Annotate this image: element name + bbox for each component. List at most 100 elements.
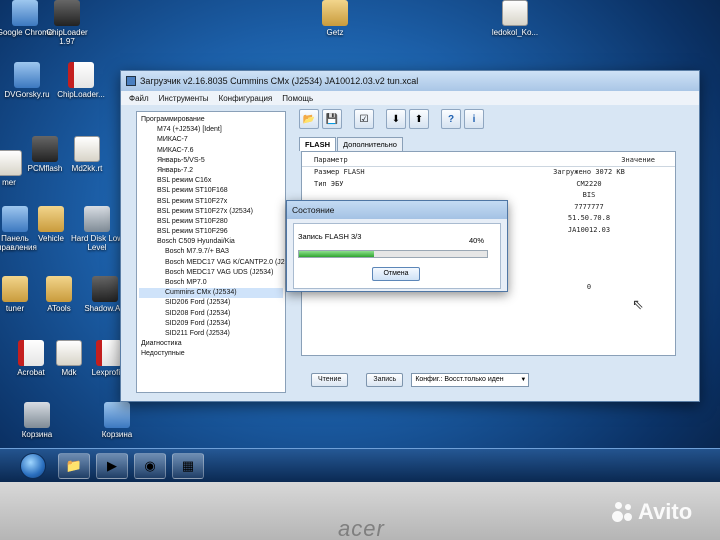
param-row: Тип ЭБУ CM2220 [302, 179, 675, 191]
param-value: BIS [582, 191, 596, 199]
progress-label: Запись FLASH 3/3 [298, 232, 362, 241]
desktop-icon-hdd-tool[interactable]: Hard Disk Low Level [68, 206, 126, 252]
write-button[interactable]: Запись [366, 373, 404, 387]
tree-item[interactable]: Bosch M7.9.7/+ ВАЗ [139, 247, 283, 257]
tree-item[interactable]: Январь-7.2 [139, 166, 283, 176]
desktop-icon-mer[interactable]: mer [0, 150, 38, 187]
chevron-down-icon: ▼ [520, 377, 527, 383]
tree-item[interactable]: BSL режим ST10F280 [139, 217, 283, 227]
tree-item[interactable]: Bosch MEDC17 VAG UDS (J2534) [139, 268, 283, 278]
save-icon: 💾 [325, 113, 339, 125]
read-chip-button[interactable]: ⬇ [386, 109, 406, 129]
tab-additional[interactable]: Дополнительно [337, 137, 403, 151]
param-value: 0 [586, 283, 592, 291]
document-icon [74, 136, 100, 162]
start-button[interactable] [20, 452, 46, 479]
tree-item[interactable]: BSL режим ST10F27x [139, 197, 283, 207]
desktop-icon-trash-1[interactable]: Корзина [8, 402, 66, 439]
param-value: 7777777 [574, 202, 604, 211]
cancel-button[interactable]: Отмена [372, 267, 420, 281]
help-button[interactable]: ? [441, 109, 461, 129]
help-icon: ? [447, 113, 455, 125]
info-button[interactable]: i [464, 109, 484, 129]
hard-disk-icon [84, 206, 110, 232]
tree-item[interactable]: SID209 Ford (J2534) [139, 319, 283, 329]
pdf-icon [96, 340, 122, 366]
tree-item[interactable]: SID211 Ford (J2534) [139, 329, 283, 339]
taskbar-media-player[interactable]: ▶ [96, 452, 128, 479]
tree-item[interactable]: BSL режим ST10F27x (J2534) [139, 207, 283, 217]
trash-icon [104, 402, 130, 428]
tree-item[interactable]: Bosch MEDC17 VAG K/CANTP2.0 (J25 [139, 258, 285, 268]
toolbar: 📂 💾 ☑ ⬇ ⬆ ? i [299, 109, 484, 131]
checklist-button[interactable]: ☑ [354, 109, 374, 129]
tree-item[interactable]: BSL режим ST10F168 [139, 186, 283, 196]
desktop-icon-getz[interactable]: Getz [306, 0, 364, 37]
progress-fill [299, 251, 375, 257]
desktop-icon-md2kk[interactable]: Md2kk.rt [58, 136, 116, 173]
menu-help[interactable]: Помощь [282, 94, 313, 103]
window-title: Загрузчик v2.16.8035 Cummins CMx (J2534)… [140, 76, 419, 86]
window-title-bar[interactable]: Загрузчик v2.16.8035 Cummins CMx (J2534)… [121, 71, 699, 91]
menu-tools[interactable]: Инструменты [159, 94, 209, 103]
tab-flash[interactable]: FLASH [299, 137, 336, 151]
brand-logo: acer [338, 516, 385, 540]
media-player-icon: ▶ [107, 457, 117, 473]
param-value [514, 259, 664, 271]
open-button[interactable]: 📂 [299, 109, 319, 129]
action-bar: Чтение Запись Конфиг.: Восст.только иден… [311, 373, 530, 387]
tree-item[interactable]: МИКАС-7 [139, 135, 283, 145]
menu-file[interactable]: Файл [129, 94, 149, 103]
taskbar-chrome[interactable]: ◉ [134, 452, 166, 479]
param-row: Размер FLASH Загружено 3072 KB [302, 167, 675, 179]
write-chip-button[interactable]: ⬆ [409, 109, 429, 129]
explorer-icon: 📁 [65, 457, 83, 473]
tree-item[interactable]: BSL режим ST10F296 [139, 227, 283, 237]
tree-item[interactable]: SID206 Ford (J2534) [139, 298, 283, 308]
status-dialog: Состояние Запись FLASH 3/3 40% Отмена [286, 200, 508, 292]
dialog-title[interactable]: Состояние [287, 201, 507, 219]
document-icon [56, 340, 82, 366]
tree-item[interactable]: Январь-5/VS-5 [139, 156, 283, 166]
read-chip-icon: ⬇ [391, 113, 401, 125]
tree-item[interactable]: Недоступные [139, 349, 283, 359]
chiploader-icon [68, 62, 94, 88]
param-value [514, 236, 664, 248]
param-value: Загружено 3072 KB [553, 168, 625, 176]
dialog-body: Запись FLASH 3/3 40% Отмена [293, 223, 501, 289]
param-column-header: Параметр [314, 156, 348, 164]
config-select-value: Конфиг.: Восст.только иден [415, 376, 504, 383]
tree-item[interactable]: Cummins CMx (J2534) [139, 288, 283, 299]
taskbar-chiploader[interactable]: ▦ [172, 452, 204, 479]
menu-config[interactable]: Конфигурация [219, 94, 273, 103]
tree-item[interactable]: МИКАС-7.6 [139, 146, 283, 156]
chiploader-icon: ▦ [181, 457, 195, 473]
tree-item[interactable]: Диагностика [139, 339, 283, 349]
tab-strip: FLASH Дополнительно [299, 137, 404, 151]
desktop-icon-chiploader[interactable]: ChipLoader 1.97 [38, 0, 96, 46]
taskbar-explorer[interactable]: 📁 [58, 452, 90, 479]
tree-item[interactable]: Bosch C509 Hyundai/Kia [139, 237, 283, 247]
read-button[interactable]: Чтение [311, 373, 349, 387]
desktop-icon-trash-2[interactable]: Корзина [88, 402, 146, 439]
document-icon [502, 0, 528, 26]
ecu-tree: Программирование M74 (+J2534) [Ident] МИКА… [136, 111, 286, 393]
chrome-icon: ◉ [144, 457, 156, 473]
desktop-icon-ledokol[interactable]: ledokol_Ko... [486, 0, 544, 37]
shortcut-icon [14, 62, 40, 88]
folder-icon [322, 0, 348, 26]
tree-item[interactable]: SID208 Ford (J2534) [139, 309, 283, 319]
desktop-icon-chiploader-2[interactable]: ChipLoader... [52, 62, 110, 99]
param-value [514, 248, 664, 260]
desktop-icon-dvgorsky[interactable]: DVGorsky.ru [0, 62, 56, 99]
param-name: Размер FLASH [314, 168, 365, 176]
tree-item[interactable]: Программирование [139, 115, 283, 125]
tree-item[interactable]: BSL режим C16x [139, 176, 283, 186]
tree-item[interactable]: M74 (+J2534) [Ident] [139, 125, 283, 135]
config-select[interactable]: Конфиг.: Восст.только иден ▼ [411, 373, 530, 387]
param-value: CM2220 [576, 179, 602, 188]
tree-item[interactable]: Bosch MP7.0 [139, 278, 283, 288]
save-button[interactable]: 💾 [322, 109, 342, 129]
document-icon [0, 150, 22, 176]
info-icon: i [472, 113, 476, 125]
